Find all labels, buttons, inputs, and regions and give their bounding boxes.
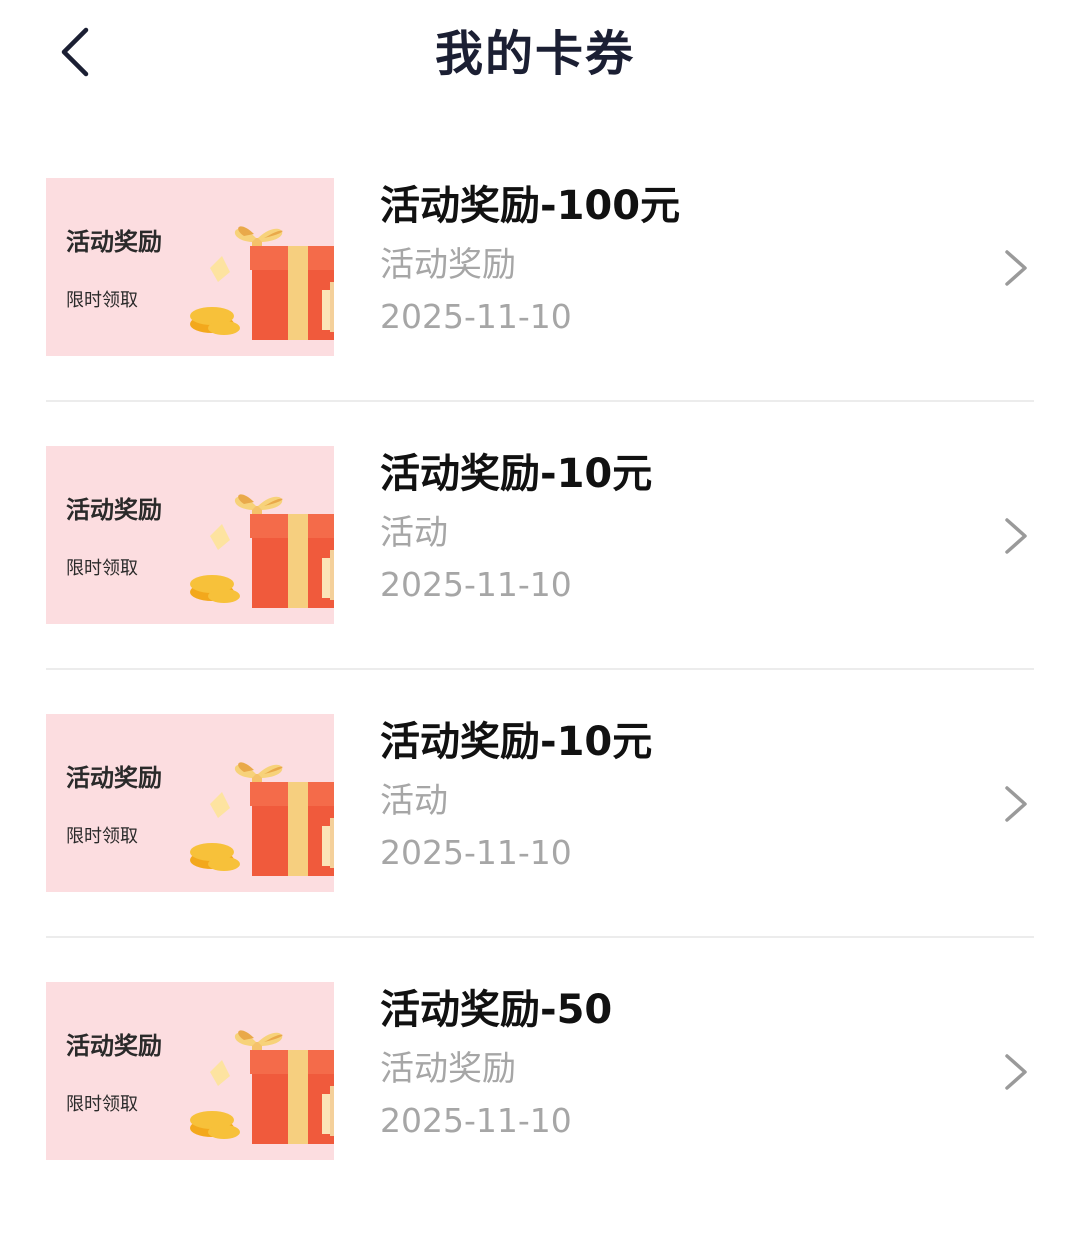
divider bbox=[46, 668, 1034, 670]
coupon-item[interactable]: 活动奖励 限时领取 活动奖励-100元 活动奖励 2025-11-10 bbox=[46, 178, 1034, 446]
coupon-thumbnail: 活动奖励 限时领取 bbox=[46, 714, 334, 892]
header-bar: 我的卡券 bbox=[0, 0, 1070, 110]
thumbnail-subtitle: 限时领取 bbox=[66, 826, 138, 847]
coupon-item[interactable]: 活动奖励 限时领取 活动奖励-10元 活动 2025-11-10 bbox=[46, 714, 1034, 982]
gift-box-icon bbox=[190, 494, 334, 608]
coupon-list: 活动奖励 限时领取 活动奖励-100元 活动奖励 2025-11-10 活动奖励… bbox=[46, 178, 1034, 1250]
coupon-type: 活动 bbox=[380, 781, 448, 821]
coupon-info: 活动奖励-10元 活动 2025-11-10 bbox=[380, 446, 940, 608]
coupon-info: 活动奖励-10元 活动 2025-11-10 bbox=[380, 714, 940, 876]
thumbnail-title: 活动奖励 bbox=[66, 764, 162, 792]
divider bbox=[46, 400, 1034, 402]
coupon-date: 2025-11-10 bbox=[380, 297, 572, 336]
chevron-right-icon bbox=[998, 512, 1034, 560]
coupon-item[interactable]: 活动奖励 限时领取 活动奖励-10元 活动 2025-11-10 bbox=[46, 446, 1034, 714]
coupon-title: 活动奖励-10元 bbox=[380, 451, 653, 497]
thumbnail-title: 活动奖励 bbox=[66, 1032, 162, 1060]
coupon-date: 2025-11-10 bbox=[380, 1101, 572, 1140]
coupon-type: 活动 bbox=[380, 513, 448, 553]
coupon-type: 活动奖励 bbox=[380, 245, 516, 285]
coupon-date: 2025-11-10 bbox=[380, 833, 572, 872]
coupon-item[interactable]: 活动奖励 限时领取 活动奖励-50 活动奖励 2025-11-10 bbox=[46, 982, 1034, 1250]
coupon-type: 活动奖励 bbox=[380, 1049, 516, 1089]
gift-box-icon bbox=[190, 762, 334, 876]
chevron-right-icon bbox=[998, 780, 1034, 828]
chevron-right-icon bbox=[998, 244, 1034, 292]
coupon-info: 活动奖励-50 活动奖励 2025-11-10 bbox=[380, 982, 940, 1144]
thumbnail-subtitle: 限时领取 bbox=[66, 1094, 138, 1115]
coupon-title: 活动奖励-50 bbox=[380, 987, 613, 1033]
chevron-right-icon bbox=[998, 1048, 1034, 1096]
coupon-info: 活动奖励-100元 活动奖励 2025-11-10 bbox=[380, 178, 940, 340]
gift-box-icon bbox=[190, 1030, 334, 1144]
coupon-title: 活动奖励-10元 bbox=[380, 719, 653, 765]
coupon-title: 活动奖励-100元 bbox=[380, 183, 681, 229]
divider bbox=[46, 936, 1034, 938]
coupon-thumbnail: 活动奖励 限时领取 bbox=[46, 982, 334, 1160]
coupon-thumbnail: 活动奖励 限时领取 bbox=[46, 446, 334, 624]
thumbnail-subtitle: 限时领取 bbox=[66, 558, 138, 579]
thumbnail-subtitle: 限时领取 bbox=[66, 290, 138, 311]
thumbnail-title: 活动奖励 bbox=[66, 228, 162, 256]
coupon-date: 2025-11-10 bbox=[380, 565, 572, 604]
page-title: 我的卡券 bbox=[434, 26, 635, 82]
coupon-thumbnail: 活动奖励 限时领取 bbox=[46, 178, 334, 356]
gift-box-icon bbox=[190, 226, 334, 340]
thumbnail-title: 活动奖励 bbox=[66, 496, 162, 524]
